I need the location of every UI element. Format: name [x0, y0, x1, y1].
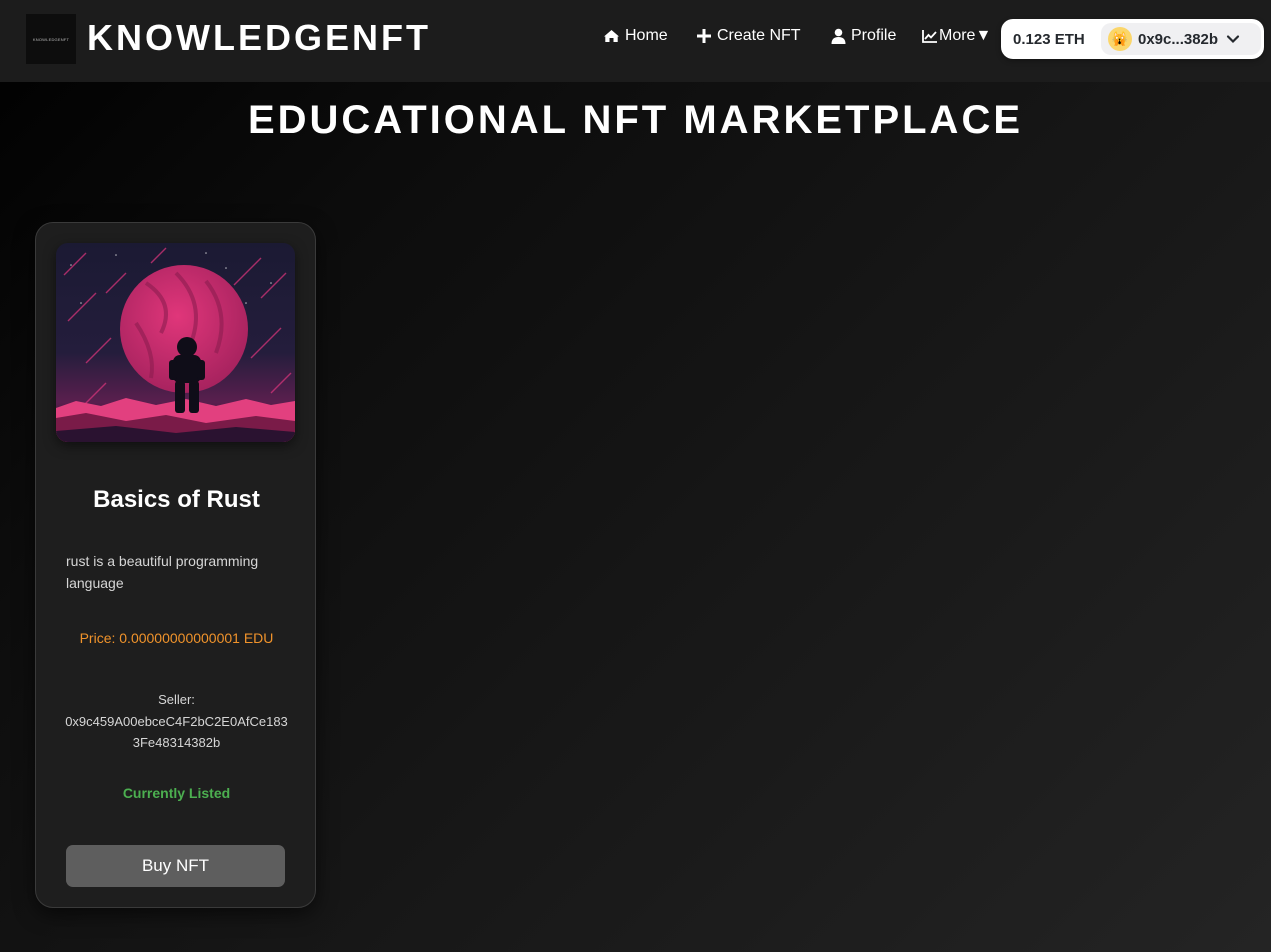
- nav-home-label: Home: [625, 27, 668, 44]
- listing-status: Currently Listed: [122, 785, 231, 801]
- nav-profile[interactable]: Profile: [831, 27, 896, 45]
- nav-create-label: Create NFT: [717, 27, 801, 44]
- nft-card[interactable]: Basics of Rust rust is a beautiful progr…: [35, 222, 316, 908]
- page-title: EDUCATIONAL NFT MARKETPLACE: [247, 98, 1024, 142]
- nft-price: Price: 0.00000000000001 EDU: [79, 630, 274, 646]
- home-icon: [604, 30, 619, 42]
- nav-more-label: More▼: [939, 27, 992, 44]
- brand-name[interactable]: KNOWLEDGENFT: [87, 17, 431, 59]
- nav-more-dropdown[interactable]: More▼: [922, 27, 991, 45]
- plus-icon: [697, 29, 711, 43]
- nft-seller: Seller: 0x9c459A00ebceC4F2bC2E0AfCe1833F…: [64, 689, 289, 754]
- astronaut-planet-artwork: [56, 243, 295, 442]
- logo[interactable]: KNOWLEDGENFT: [26, 14, 76, 64]
- chart-line-icon: [922, 30, 937, 43]
- buy-nft-button[interactable]: Buy NFT: [66, 845, 285, 887]
- logo-text: KNOWLEDGENFT: [32, 36, 70, 42]
- nft-title: Basics of Rust: [93, 486, 260, 513]
- wallet-address: 0x9c...382b: [1138, 30, 1219, 48]
- chevron-down-icon: [1226, 35, 1240, 44]
- seller-label: Seller:: [158, 692, 195, 707]
- wallet-account[interactable]: 🙀 0x9c...382b: [1101, 23, 1261, 55]
- nav-create-nft[interactable]: Create NFT: [696, 27, 801, 45]
- nav-home[interactable]: Home: [603, 27, 668, 45]
- account-avatar-icon: 🙀: [1108, 27, 1132, 51]
- wallet-connect-button[interactable]: 0.123 ETH 🙀 0x9c...382b: [1001, 19, 1264, 59]
- navbar: KNOWLEDGENFT KNOWLEDGENFT Home Create NF…: [0, 0, 1271, 82]
- nft-description: rust is a beautiful programming language: [66, 553, 259, 591]
- user-icon: [831, 28, 846, 44]
- nav-profile-label: Profile: [851, 27, 897, 44]
- wallet-balance: 0.123 ETH: [1013, 30, 1085, 48]
- nft-image[interactable]: [56, 243, 295, 442]
- seller-address: 0x9c459A00ebceC4F2bC2E0AfCe1833Fe4831438…: [65, 713, 288, 751]
